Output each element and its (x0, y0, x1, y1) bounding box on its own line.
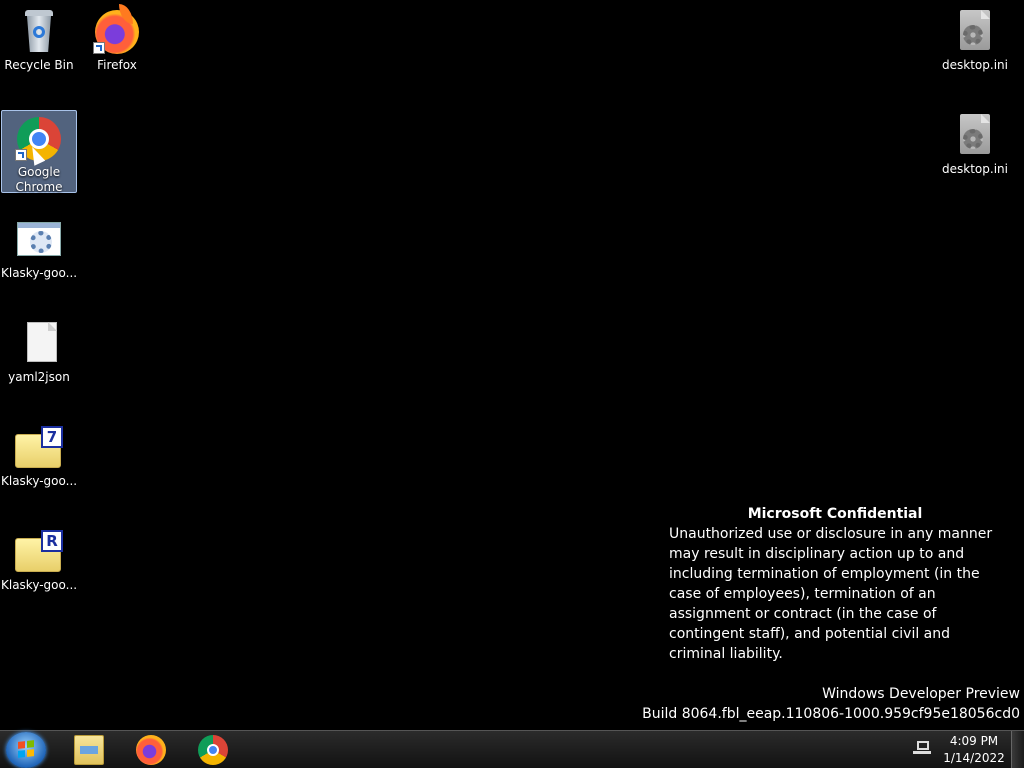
desktop-icon-label: Klasky-goo... (1, 266, 77, 280)
desktop-icon-klasky-7z[interactable]: 7 Klasky-goo... (1, 420, 77, 489)
desktop-icon-label: yaml2json (8, 370, 70, 384)
desktop-icon-recycle-bin[interactable]: Recycle Bin (1, 4, 77, 73)
archive-badge: R (41, 530, 63, 552)
firefox-icon (136, 735, 166, 765)
watermark-body: Unauthorized use or disclosure in any ma… (669, 526, 993, 662)
desktop-icon-label: Recycle Bin (4, 58, 74, 72)
desktop-icon-klasky-app[interactable]: Klasky-goo... (1, 212, 77, 281)
watermark-title: Microsoft Confidential (747, 506, 923, 522)
clock-date: 1/14/2022 (943, 751, 1005, 765)
archive-badge: 7 (41, 426, 63, 448)
desktop[interactable]: Recycle Bin Firefox Google Chrome Klasky… (0, 0, 1024, 730)
desktop-icon-firefox[interactable]: Firefox (79, 4, 155, 73)
show-desktop-button[interactable] (1011, 731, 1024, 768)
shortcut-arrow-icon (93, 42, 105, 54)
confidential-watermark: Microsoft Confidential Unauthorized use … (669, 504, 1001, 664)
shortcut-arrow-icon (15, 149, 27, 161)
build-info: Windows Developer Preview Build 8064.fbl… (642, 684, 1020, 724)
settings-file-icon (951, 8, 999, 56)
desktop-icon-label: Klasky-goo... (1, 474, 77, 488)
taskbar-item-explorer[interactable] (60, 732, 118, 768)
desktop-icon-label: Google Chrome (15, 165, 63, 194)
recycle-bin-icon (15, 8, 63, 56)
windows-logo-icon (18, 740, 34, 758)
chrome-icon (198, 735, 228, 765)
desktop-icon-desktop-ini[interactable]: desktop.ini (937, 4, 1013, 73)
7zip-archive-icon: 7 (15, 424, 63, 472)
desktop-icon-desktop-ini-2[interactable]: desktop.ini (937, 108, 1013, 177)
desktop-icon-label: desktop.ini (942, 58, 1008, 72)
taskbar: 4:09 PM 1/14/2022 (0, 730, 1024, 768)
desktop-icon-yaml2json[interactable]: yaml2json (1, 316, 77, 385)
start-button[interactable] (6, 732, 46, 768)
desktop-icon-label: Firefox (97, 58, 137, 72)
taskbar-item-chrome[interactable] (184, 732, 242, 768)
taskbar-item-firefox[interactable] (122, 732, 180, 768)
edition-text: Windows Developer Preview (822, 686, 1020, 702)
app-settings-icon (15, 216, 63, 264)
firefox-icon (93, 4, 141, 56)
build-text: Build 8064.fbl_eeap.110806-1000.959cf95e… (642, 706, 1020, 722)
rar-archive-icon: R (15, 528, 63, 576)
settings-file-icon (951, 112, 999, 160)
desktop-icon-klasky-rar[interactable]: R Klasky-goo... (1, 524, 77, 593)
taskbar-clock[interactable]: 4:09 PM 1/14/2022 (940, 733, 1008, 767)
network-icon[interactable] (913, 741, 931, 757)
blank-file-icon (15, 320, 63, 368)
desktop-icon-label: desktop.ini (942, 162, 1008, 176)
folder-icon (74, 735, 104, 765)
clock-time: 4:09 PM (949, 734, 999, 748)
desktop-icon-label: Klasky-goo... (1, 578, 77, 592)
